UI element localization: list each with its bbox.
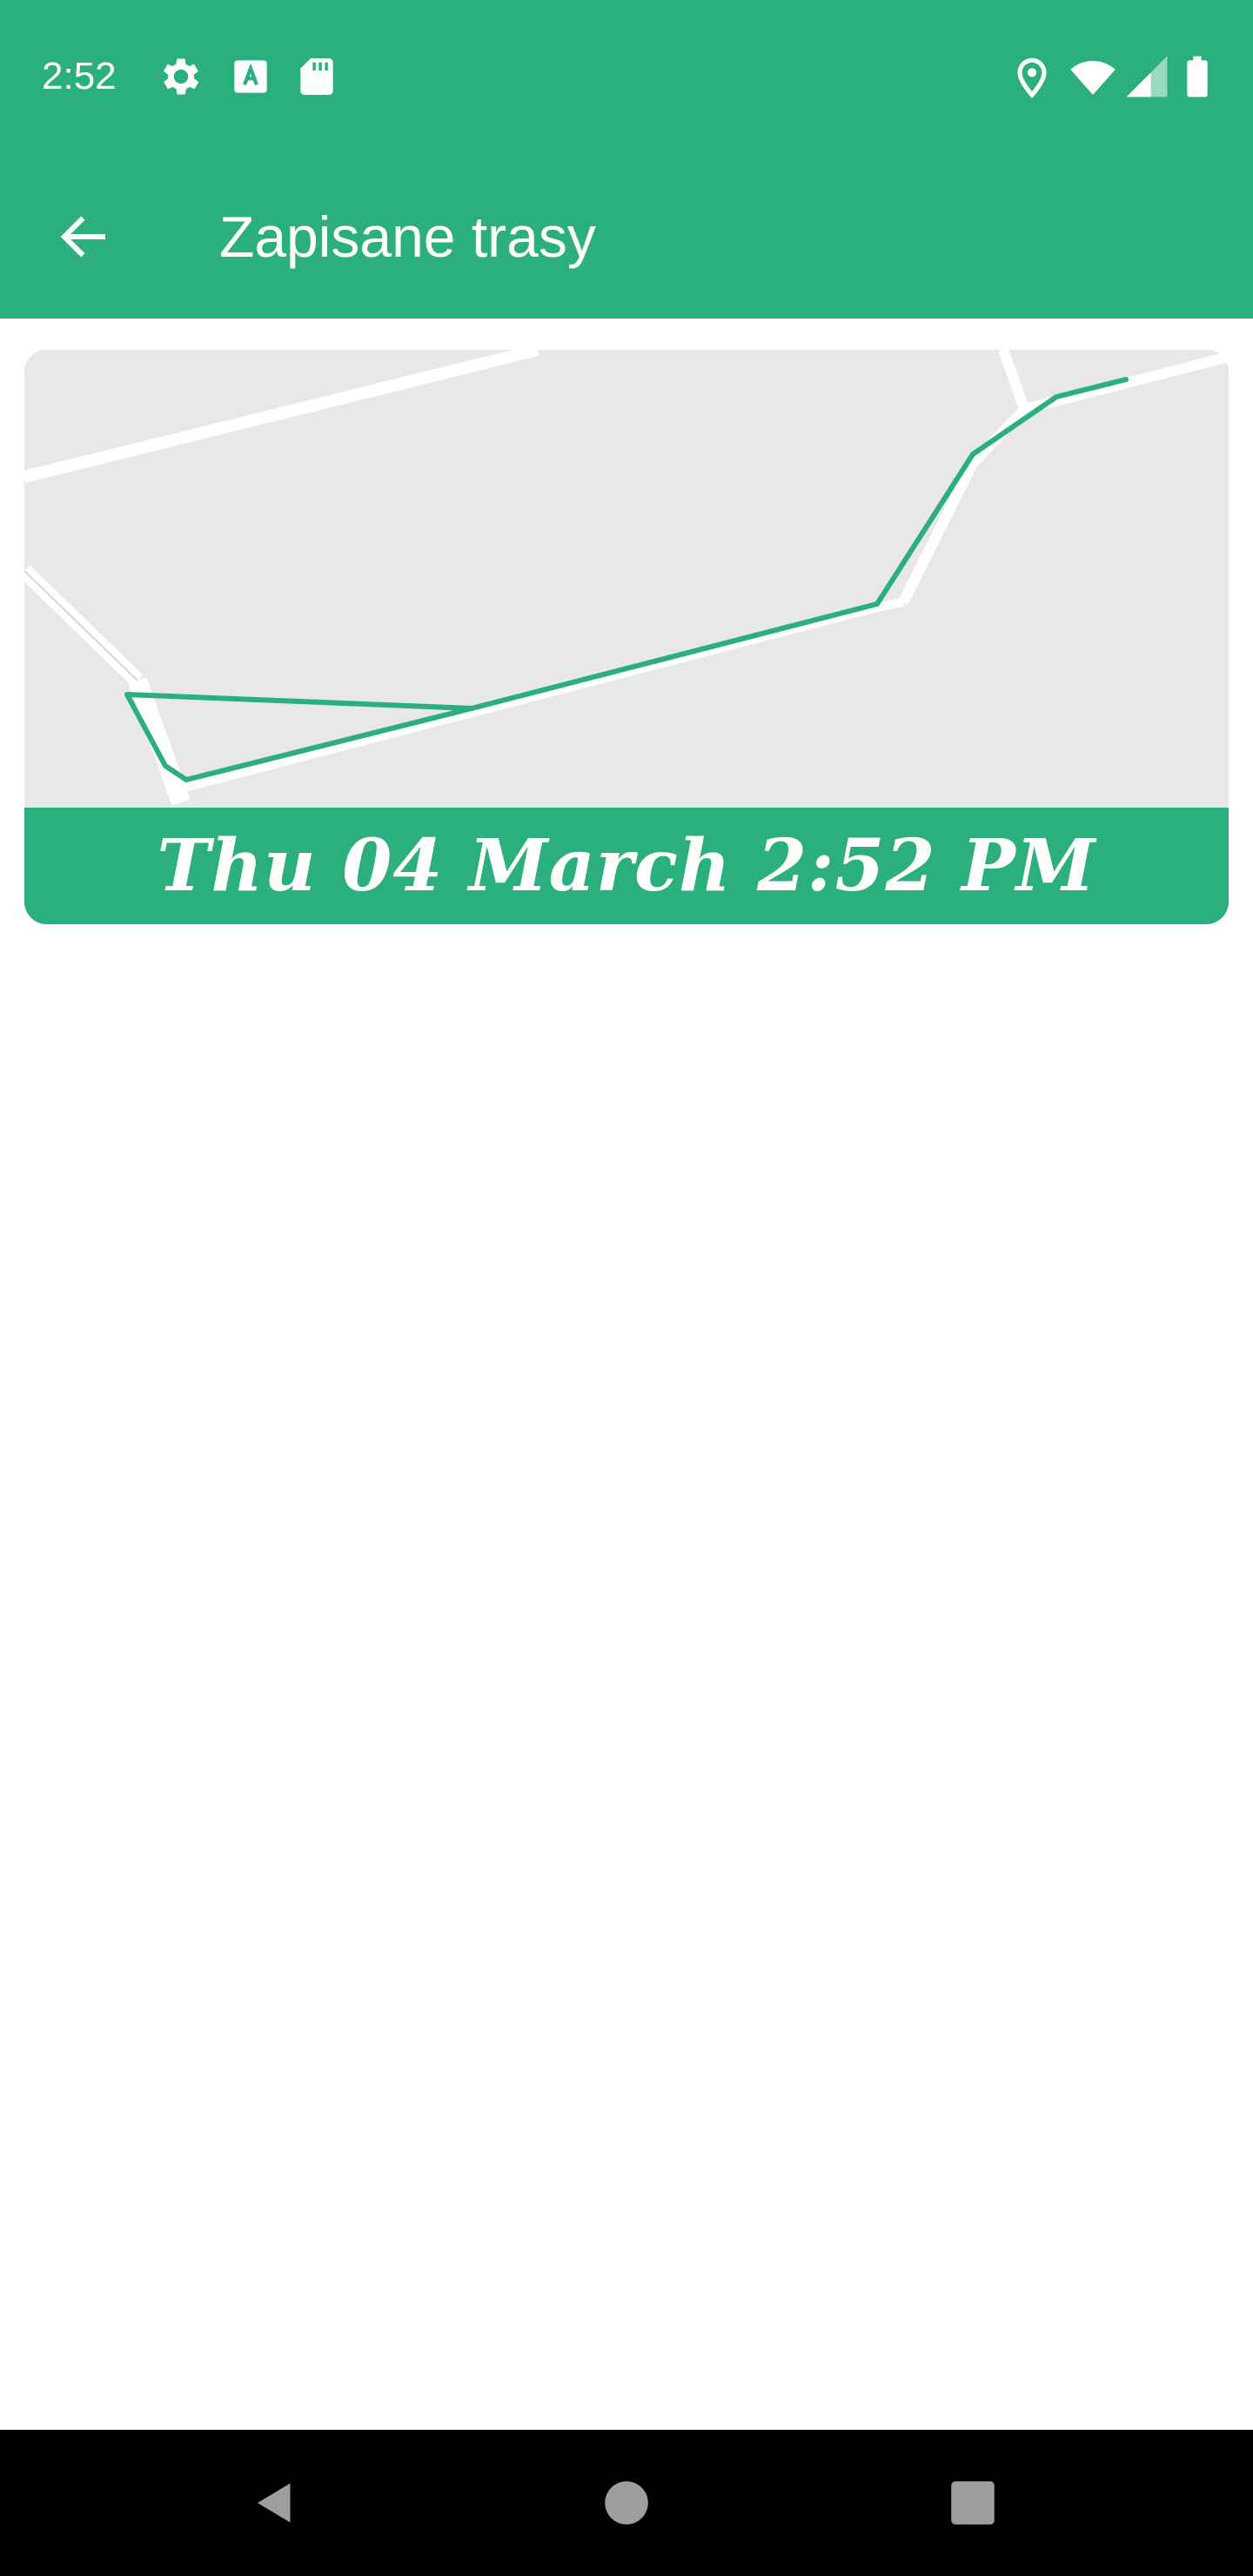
app-bar [0, 153, 1253, 319]
nav-back-button[interactable] [223, 2451, 327, 2555]
nav-home-button[interactable] [574, 2451, 679, 2555]
gear-icon [157, 52, 205, 101]
route-map-graphic [24, 350, 1229, 806]
location-pin-icon [1008, 52, 1056, 101]
nav-recents-button[interactable] [921, 2451, 1025, 2555]
route-date-banner: Thu 04 March 2:52 PM [24, 808, 1229, 924]
status-bar: 2:52 [0, 0, 1253, 153]
back-triangle-icon [258, 2483, 291, 2523]
route-date: Thu 04 March 2:52 PM [157, 824, 1096, 908]
route-path [124, 377, 1129, 782]
home-circle-icon [605, 2481, 648, 2525]
arrow-left-icon [60, 216, 106, 258]
system-nav-bar [0, 2430, 1253, 2576]
cell-signal-icon [1122, 52, 1171, 101]
page-title: Zapisane trasy [219, 205, 596, 269]
route-card[interactable]: Thu 04 March 2:52 PM [24, 350, 1229, 924]
battery-icon [1173, 52, 1222, 101]
recents-square-icon [951, 2481, 995, 2525]
route-map [24, 350, 1229, 808]
back-button[interactable] [40, 193, 127, 280]
keyboard-a-icon [226, 52, 275, 101]
wifi-icon [1069, 52, 1117, 101]
sd-card-icon [292, 52, 341, 101]
status-time: 2:52 [42, 55, 117, 97]
